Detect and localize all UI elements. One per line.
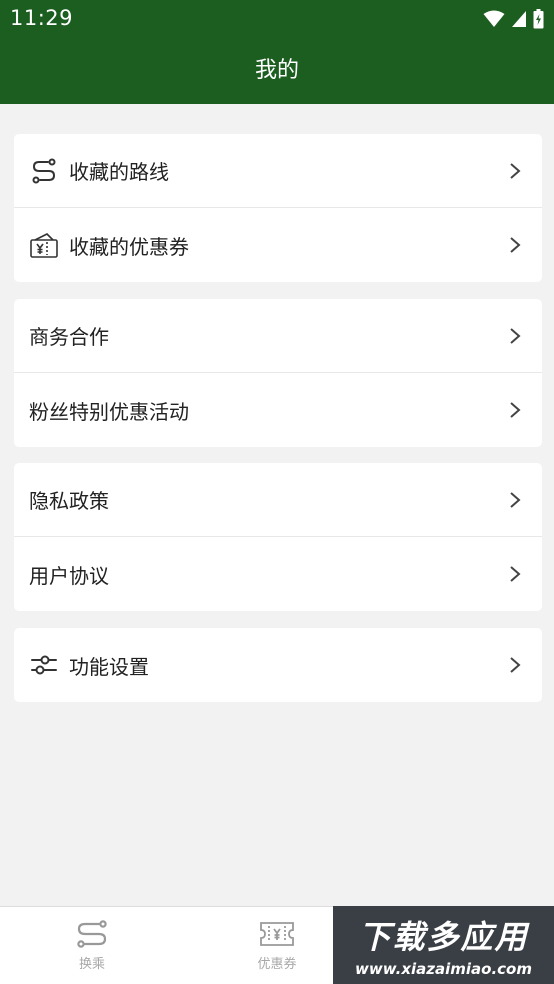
coupon-icon	[260, 922, 294, 946]
menu-item-user-agreement[interactable]: 用户协议	[14, 537, 542, 611]
status-icons	[483, 8, 544, 30]
menu-item-favorite-coupons[interactable]: 收藏的优惠券	[14, 208, 542, 282]
menu-item-fan-promotion[interactable]: 粉丝特别优惠活动	[14, 373, 542, 447]
menu-item-label: 粉丝特别优惠活动	[29, 399, 189, 424]
title-bar: 我的	[0, 38, 554, 104]
page-title: 我的	[254, 58, 299, 83]
menu-group-favorites: 收藏的路线 收藏的优惠券	[14, 134, 542, 282]
transfer-icon	[77, 920, 107, 948]
status-bar: 11:29	[0, 0, 554, 38]
chevron-right-icon	[510, 657, 521, 673]
menu-item-label: 隐私政策	[29, 489, 109, 513]
menu-item-label: 用户协议	[29, 563, 109, 588]
battery-icon	[533, 9, 544, 29]
menu-item-label: 收藏的优惠券	[69, 234, 189, 259]
chevron-right-icon	[510, 327, 521, 344]
route-icon	[29, 156, 59, 186]
chevron-right-icon	[510, 402, 521, 418]
watermark-text: 下载多应用	[358, 918, 529, 956]
wifi-icon	[483, 10, 505, 27]
watermark-url: www.xiazaimiao.com	[355, 960, 532, 978]
signal-icon	[512, 11, 526, 27]
menu-item-business-cooperation[interactable]: 商务合作	[14, 299, 542, 373]
menu-item-label: 功能设置	[69, 654, 149, 679]
menu-item-favorite-routes[interactable]: 收藏的路线	[14, 134, 542, 208]
menu-item-privacy-policy[interactable]: 隐私政策	[14, 463, 542, 537]
chevron-right-icon	[510, 566, 521, 582]
tab-transfer[interactable]: 换乘	[0, 907, 184, 984]
menu-item-settings[interactable]: 功能设置	[14, 628, 542, 702]
chevron-right-icon	[510, 237, 521, 253]
menu-item-label: 收藏的路线	[69, 160, 169, 184]
menu-group-settings: 功能设置	[14, 628, 542, 702]
status-time: 11:29	[10, 6, 74, 30]
chevron-right-icon	[510, 162, 521, 179]
chevron-right-icon	[510, 491, 521, 508]
menu-group-business: 商务合作 粉丝特别优惠活动	[14, 299, 542, 447]
settings-sliders-icon	[29, 650, 59, 680]
watermark-logo: 下载多应用 www.xiazaimiao.com	[333, 906, 554, 984]
coupon-icon	[29, 230, 59, 260]
tab-label: 换乘	[78, 957, 105, 972]
menu-item-label: 商务合作	[29, 325, 109, 349]
menu-group-legal: 隐私政策 用户协议	[14, 463, 542, 611]
